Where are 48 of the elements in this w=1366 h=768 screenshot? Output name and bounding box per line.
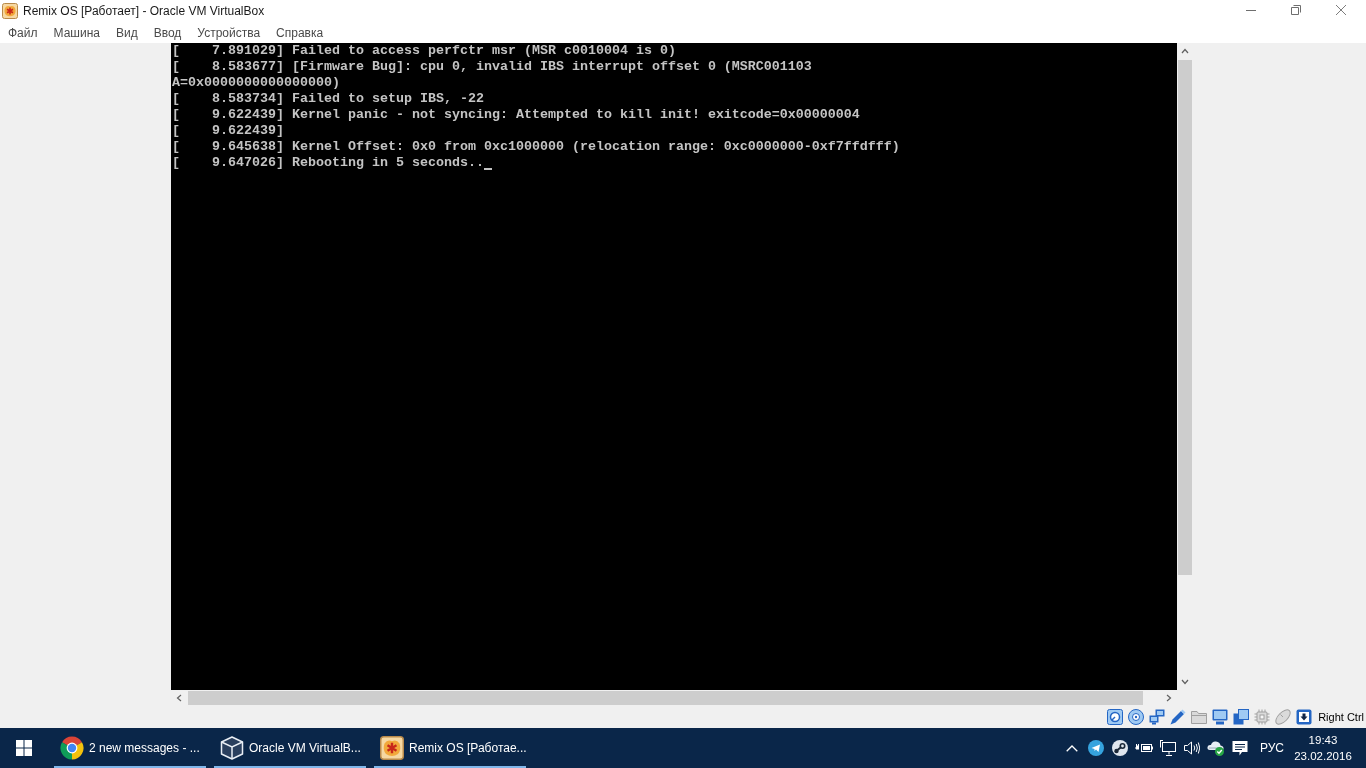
volume-icon[interactable] bbox=[1184, 740, 1200, 756]
console-line: A=0x0000000000000000) bbox=[172, 75, 340, 91]
plug-battery-icon[interactable] bbox=[1135, 742, 1153, 754]
window-title: Remix OS [Работает] - Oracle VM VirtualBox bbox=[23, 4, 265, 18]
menu-item[interactable]: Машина bbox=[45, 22, 108, 43]
overlapping-windows-icon[interactable] bbox=[1233, 709, 1250, 725]
console-line: [ 9.622439] bbox=[172, 123, 284, 139]
cube-icon bbox=[220, 736, 244, 760]
round-logo-icon[interactable] bbox=[1112, 740, 1128, 756]
paper-plane-icon[interactable] bbox=[1088, 740, 1104, 756]
console-line: [ 9.647026] Rebooting in 5 seconds.. bbox=[172, 155, 484, 171]
scrollbar-thumb[interactable] bbox=[1178, 60, 1192, 575]
chevron-left-icon bbox=[175, 694, 183, 702]
asterisk-tile-icon bbox=[2, 3, 18, 19]
cloud-check-icon[interactable] bbox=[1207, 740, 1225, 756]
menu-item[interactable]: Файл bbox=[0, 22, 46, 43]
windows-logo-icon bbox=[16, 740, 32, 756]
input-language-indicator[interactable]: РУС bbox=[1252, 741, 1292, 755]
arrow-down-key-icon[interactable] bbox=[1296, 709, 1313, 725]
hard-disk-icon[interactable] bbox=[1107, 709, 1124, 725]
menu-item[interactable]: Устройства bbox=[189, 22, 269, 43]
menu-item[interactable]: Справка bbox=[268, 22, 332, 43]
clock-time[interactable]: 19:43 bbox=[1308, 732, 1338, 748]
chevron-up-icon bbox=[1181, 47, 1189, 55]
chevron-right-icon bbox=[1165, 694, 1173, 702]
console-line: [ 8.583677] [Firmware Bug]: cpu 0, invalid IBS interrupt offset 0 (MSRC001103 bbox=[172, 59, 812, 75]
notifications-icon[interactable] bbox=[1232, 740, 1248, 756]
network-icon[interactable] bbox=[1149, 709, 1166, 725]
minimize-icon bbox=[1245, 9, 1256, 11]
close-icon bbox=[1335, 5, 1346, 15]
restore-icon bbox=[1290, 5, 1301, 15]
menu-item[interactable]: Вид bbox=[107, 22, 146, 43]
disc-icon[interactable] bbox=[1128, 709, 1145, 725]
console-line: [ 9.645638] Kernel Offset: 0x0 from 0xc1000000 (relocation range: 0xc0000000-0xf7ffdfff) bbox=[172, 139, 900, 155]
clock-date[interactable]: 23.02.2016 bbox=[1294, 748, 1352, 764]
menu-item[interactable]: Ввод bbox=[145, 22, 190, 43]
asterisk-tile-icon bbox=[380, 736, 404, 760]
pen-icon[interactable] bbox=[1170, 709, 1187, 725]
console-line: [ 8.583734] Failed to setup IBS, -22 bbox=[172, 91, 484, 107]
chevron-down-icon bbox=[1181, 678, 1189, 686]
monitor-icon[interactable] bbox=[1212, 709, 1229, 725]
console-line: [ 9.622439] Kernel panic - not syncing: Attempted to kill init! exitcode=0x00000004 bbox=[172, 107, 860, 123]
network-monitor-icon[interactable] bbox=[1160, 740, 1176, 756]
chevron-up-icon[interactable] bbox=[1066, 744, 1078, 752]
browser-icon bbox=[60, 736, 84, 760]
host-key-label: Right Ctrl bbox=[1318, 711, 1364, 723]
console-line: [ 7.891029] Failed to access perfctr msr (MSR c0010004 is 0) bbox=[172, 43, 676, 59]
scrollbar-thumb[interactable] bbox=[188, 691, 1143, 705]
